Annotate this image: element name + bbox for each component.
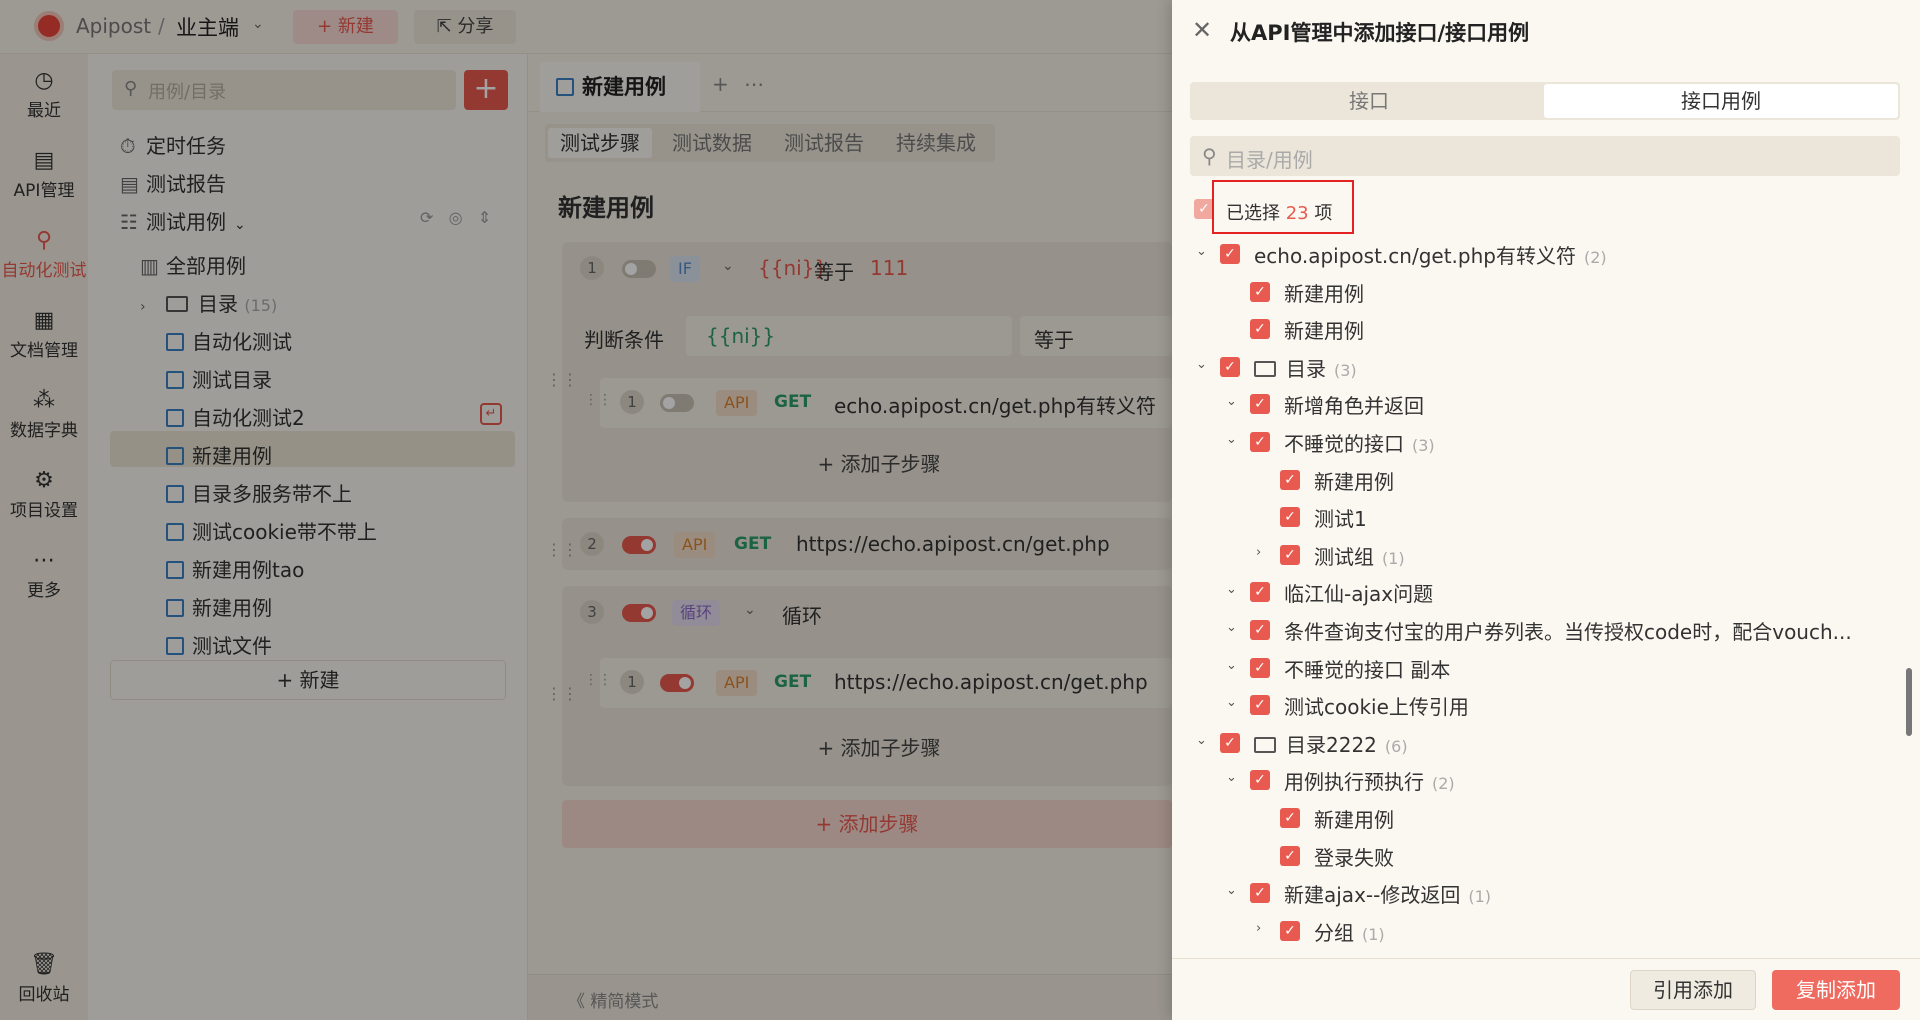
tree-row-count: (1) [1362,925,1385,944]
drawer-title: 从API管理中添加接口/接口用例 [1230,21,1530,45]
tree-row-label: 目录2222 [1286,733,1377,757]
selected-count: 23 [1285,203,1309,224]
tree-checkbox[interactable]: ✓ [1280,507,1300,527]
tree-row-label: 新建用例 [1314,470,1394,494]
tree-case-row[interactable]: 新建用例 [1314,466,1394,495]
selected-count-label: 已选择 23 项 [1226,199,1332,225]
modal-backdrop[interactable] [0,0,1172,1020]
scrollbar[interactable] [1906,668,1912,736]
tree-checkbox[interactable]: ✓ [1220,733,1240,753]
chevron-down-icon[interactable]: ⌄ [1226,658,1237,673]
selected-suffix: 项 [1314,203,1333,224]
tree-row-count: (2) [1583,248,1607,267]
tree-row-label: 测试cookie上传引用 [1284,695,1469,719]
tree-checkbox[interactable]: ✓ [1280,921,1300,941]
tree-case-row[interactable]: 条件查询支付宝的用户券列表。当传授权code时，配合vouch... [1284,616,1852,645]
tree-case-row[interactable]: 分组 (1) [1314,917,1385,946]
tree-checkbox[interactable]: ✓ [1250,620,1270,640]
tree-row-count: (6) [1384,737,1408,756]
tree-row-label: 登录失败 [1314,846,1394,870]
search-placeholder: 目录/用例 [1226,148,1313,172]
tree-row-count: (1) [1468,887,1492,906]
tree-checkbox[interactable]: ✓ [1220,357,1240,377]
tree-row-count: (2) [1432,774,1455,793]
chevron-right-icon[interactable]: › [1256,545,1261,560]
folder-open-icon [1254,361,1276,377]
tree-checkbox[interactable]: ✓ [1250,394,1270,414]
tree-case-row[interactable]: 新建ajax--修改返回 (1) [1284,879,1491,908]
tree-row-label: 新增角色并返回 [1284,394,1424,418]
folder-open-icon [1254,737,1276,753]
tree-folder-row[interactable]: 目录 (3) [1254,353,1357,382]
tree-checkbox[interactable]: ✓ [1250,770,1270,790]
selected-prefix: 已选择 [1226,203,1280,224]
chevron-down-icon[interactable]: ⌄ [1196,244,1207,259]
tree-case-row[interactable]: 测试组 (1) [1314,541,1405,570]
tree-row-count: (3) [1334,361,1357,380]
chevron-down-icon[interactable]: ⌄ [1226,695,1237,710]
tree-checkbox[interactable]: ✓ [1250,582,1270,602]
tree-case-row[interactable]: 不睡觉的接口 副本 [1284,654,1450,683]
tree-row-label: 测试组 [1314,545,1374,569]
tree-row-label: 新建用例 [1284,282,1364,306]
tree-row-label: 用例执行预执行 [1284,770,1424,794]
tab-interface[interactable]: 接口 [1192,84,1546,118]
tree-row-label: 新建用例 [1284,319,1364,343]
chevron-right-icon[interactable]: › [1256,921,1261,936]
select-all-checkbox[interactable]: ✓ [1194,199,1214,219]
tree-checkbox[interactable]: ✓ [1250,282,1270,302]
tree-case-row[interactable]: echo.apipost.cn/get.php有转义符 (2) [1254,240,1607,269]
chevron-down-icon[interactable]: ⌄ [1226,394,1237,409]
tree-checkbox[interactable]: ✓ [1250,883,1270,903]
chevron-down-icon[interactable]: ⌄ [1226,770,1237,785]
tree-row-count: (3) [1412,436,1435,455]
tree-row-label: 测试1 [1314,507,1367,531]
close-icon[interactable]: ✕ [1192,16,1212,44]
tree-case-row[interactable]: 用例执行预执行 (2) [1284,766,1455,795]
chevron-down-icon[interactable]: ⌄ [1196,357,1207,372]
chevron-down-icon[interactable]: ⌄ [1226,432,1237,447]
tab-interface-case[interactable]: 接口用例 [1544,84,1898,118]
chevron-down-icon[interactable]: ⌄ [1196,733,1207,748]
tree-checkbox[interactable]: ✓ [1280,846,1300,866]
tree-checkbox[interactable]: ✓ [1250,319,1270,339]
tree-checkbox[interactable]: ✓ [1250,695,1270,715]
chevron-down-icon[interactable]: ⌄ [1226,883,1237,898]
tree-checkbox[interactable]: ✓ [1280,470,1300,490]
tree-row-label: 分组 [1314,921,1354,945]
tree-row-label: 新建用例 [1314,808,1394,832]
tree-row-label: 目录 [1286,357,1326,381]
tree-row-label: 不睡觉的接口 [1284,432,1404,456]
tree-checkbox[interactable]: ✓ [1280,545,1300,565]
tree-row-label: 新建ajax--修改返回 [1284,883,1461,907]
tree-folder-row[interactable]: 目录2222 (6) [1254,729,1408,758]
tree-row-count: (1) [1382,549,1405,568]
tree-case-row[interactable]: 不睡觉的接口 (3) [1284,428,1435,457]
tree-case-row[interactable]: 新增角色并返回 [1284,390,1424,419]
tree-row-label: echo.apipost.cn/get.php有转义符 [1254,244,1576,268]
tree-checkbox[interactable]: ✓ [1250,658,1270,678]
copy-add-button[interactable]: 复制添加 [1772,970,1900,1010]
chevron-down-icon[interactable]: ⌄ [1226,582,1237,597]
reference-add-button[interactable]: 引用添加 [1630,970,1756,1010]
tree-row-label: 不睡觉的接口 副本 [1284,658,1451,682]
drawer-search-input[interactable]: ⚲ 目录/用例 [1190,136,1900,176]
tree-checkbox[interactable]: ✓ [1220,244,1240,264]
tree-case-row[interactable]: 新建用例 [1314,804,1394,833]
tree-case-row[interactable]: 测试1 [1314,503,1367,532]
tree-checkbox[interactable]: ✓ [1280,808,1300,828]
tree-row-label: 临江仙-ajax问题 [1284,582,1434,606]
tree-checkbox[interactable]: ✓ [1250,432,1270,452]
tree-case-row[interactable]: 测试cookie上传引用 [1284,691,1469,720]
tree-case-row[interactable]: 临江仙-ajax问题 [1284,578,1433,607]
chevron-down-icon[interactable]: ⌄ [1226,620,1237,635]
search-icon: ⚲ [1202,144,1217,168]
tree-row-label: 条件查询支付宝的用户券列表。当传授权code时，配合vouch... [1284,620,1852,644]
tree-case-row[interactable]: 新建用例 [1284,315,1364,344]
tree-case-row[interactable]: 新建用例 [1284,278,1364,307]
tree-case-row[interactable]: 登录失败 [1314,842,1394,871]
